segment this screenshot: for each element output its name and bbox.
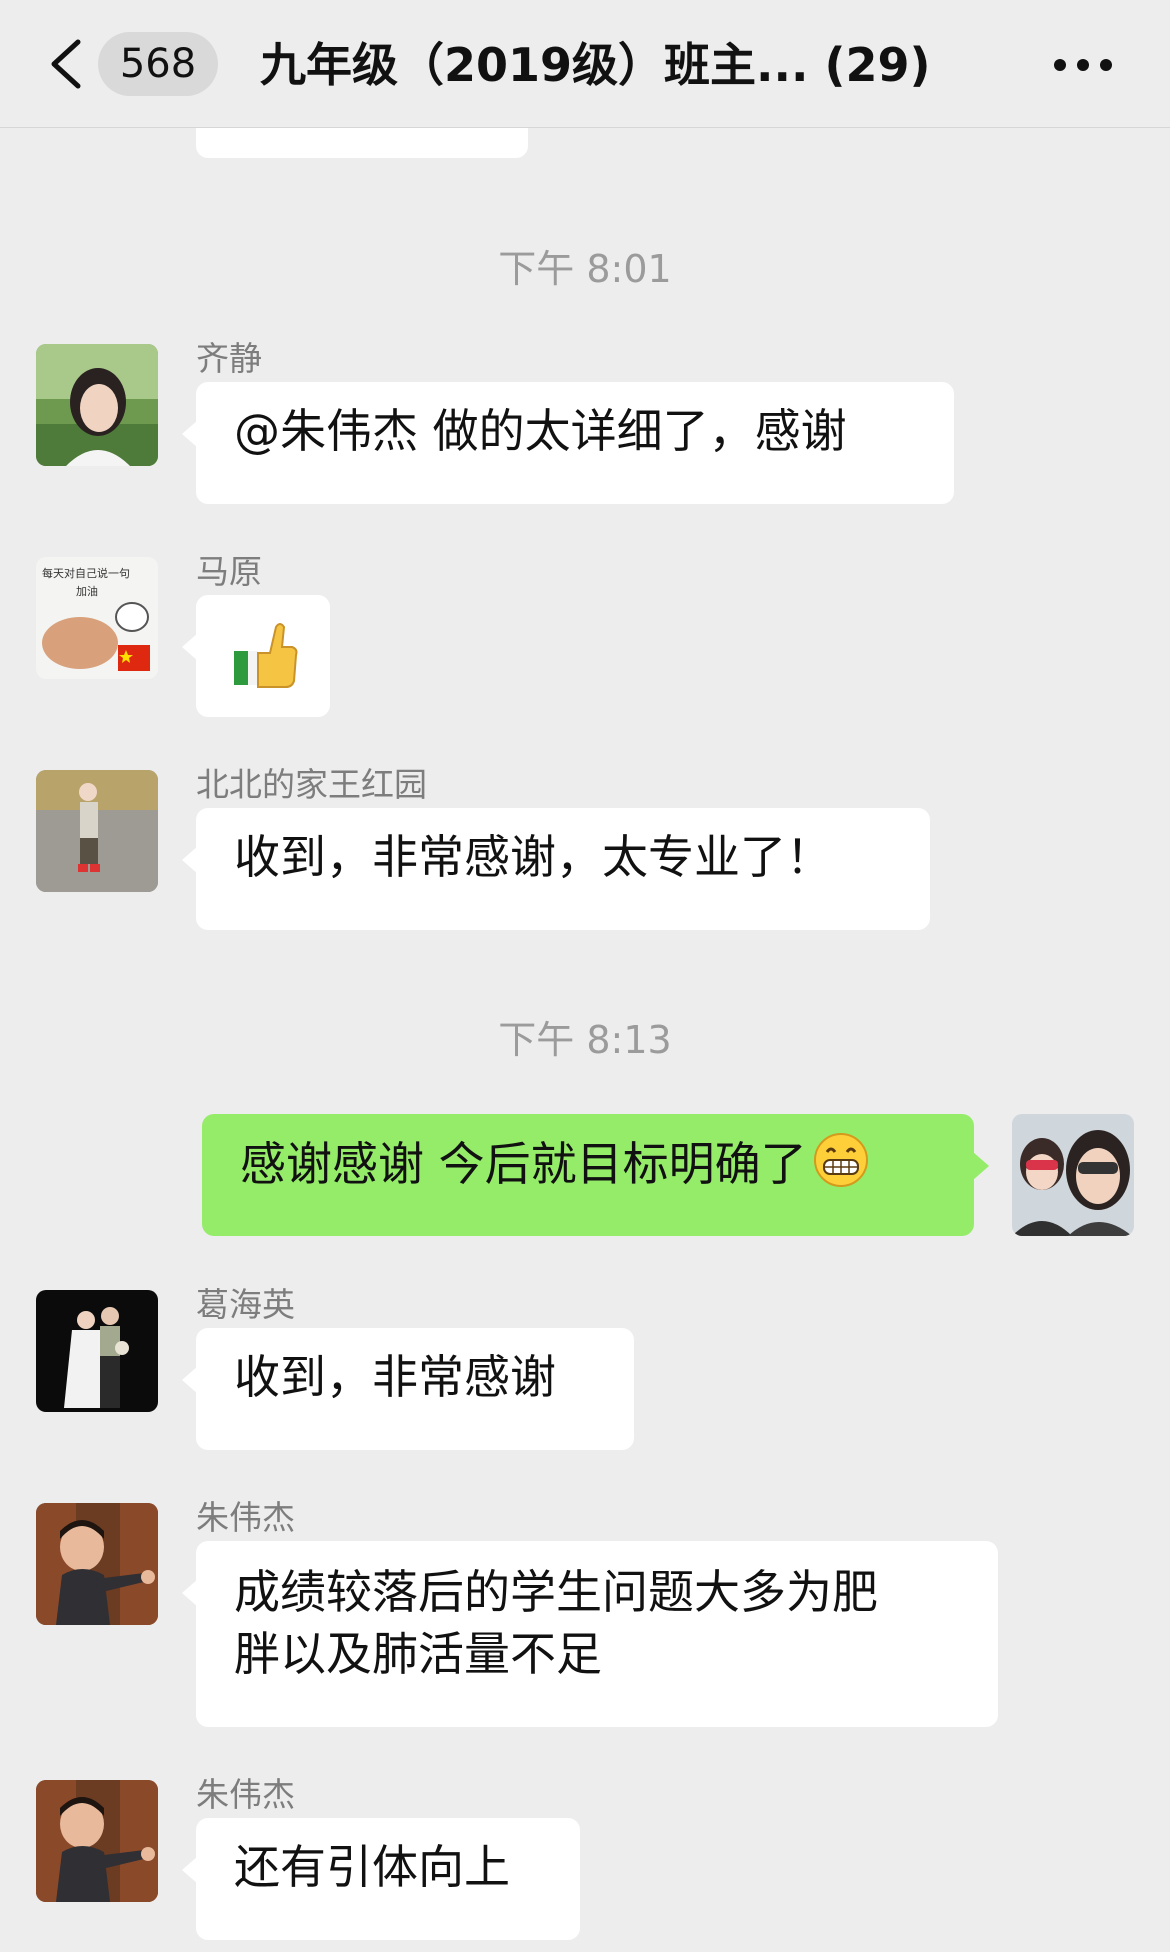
avatar[interactable] [36,344,158,466]
message-text-line: 成绩较落后的学生问题大多为肥 [234,1565,878,1619]
back-button[interactable] [40,32,90,96]
sender-name: 齐静 [196,339,262,378]
more-options-button[interactable] [1048,40,1118,90]
message-bubble[interactable]: 还有引体向上 [182,1818,580,1940]
message-text: 还有引体向上 [234,1840,510,1894]
partial-message-bubble [196,128,528,158]
sender-name: 北北的家王红园 [196,765,427,804]
avatar[interactable] [36,770,158,892]
message-bubble[interactable] [182,595,330,717]
photo-woman-avatar [36,344,158,466]
unread-count-badge[interactable]: 568 [98,32,218,96]
sender-name: 马原 [196,552,262,591]
boy-pointing-avatar [36,1503,158,1625]
child-outdoor-avatar [36,770,158,892]
boy-pointing-avatar [36,1780,158,1902]
wedding-photo-avatar [36,1290,158,1412]
svg-text:加油: 加油 [76,584,98,598]
message-bubble[interactable]: @朱伟杰 做的太详细了，感谢 [182,382,954,504]
chat-header: 568 九年级（2019级）班主... (29) [0,0,1170,128]
message-bubble[interactable]: 收到，非常感谢 [182,1328,634,1450]
avatar[interactable] [36,1780,158,1902]
message-bubble[interactable]: 收到，非常感谢，太专业了！ [182,808,930,930]
more-dots-icon [1054,59,1112,71]
doodle-avatar: 每天对自己说一句 加油 [36,557,158,679]
sender-name: 朱伟杰 [196,1498,295,1537]
message-text: @朱伟杰 做的太详细了，感谢 [234,404,847,458]
sender-name: 朱伟杰 [196,1775,295,1814]
message-bubble[interactable]: 感谢感谢 今后就目标明确了 [202,1114,989,1236]
message-text-line: 胖以及肺活量不足 [234,1627,602,1681]
message-text: 感谢感谢 今后就目标明确了 [240,1137,807,1191]
sender-name: 葛海英 [196,1285,295,1324]
avatar[interactable]: 每天对自己说一句 加油 [36,557,158,679]
selfie-avatar [1012,1114,1134,1236]
avatar[interactable] [36,1290,158,1412]
svg-text:每天对自己说一句: 每天对自己说一句 [42,566,130,580]
avatar[interactable] [1012,1114,1134,1236]
message-text: 收到，非常感谢 [234,1350,556,1404]
timestamp: 下午 8:13 [498,1018,672,1062]
grinning-face-icon [813,1132,869,1203]
message-text: 收到，非常感谢，太专业了！ [234,830,832,884]
thumbs-up-icon [234,623,298,688]
chevron-left-icon [51,39,81,89]
timestamp: 下午 8:01 [498,247,672,291]
chat-title: 九年级（2019级）班主... (29) [260,38,931,92]
message-bubble[interactable]: 成绩较落后的学生问题大多为肥 胖以及肺活量不足 [182,1541,998,1727]
avatar[interactable] [36,1503,158,1625]
